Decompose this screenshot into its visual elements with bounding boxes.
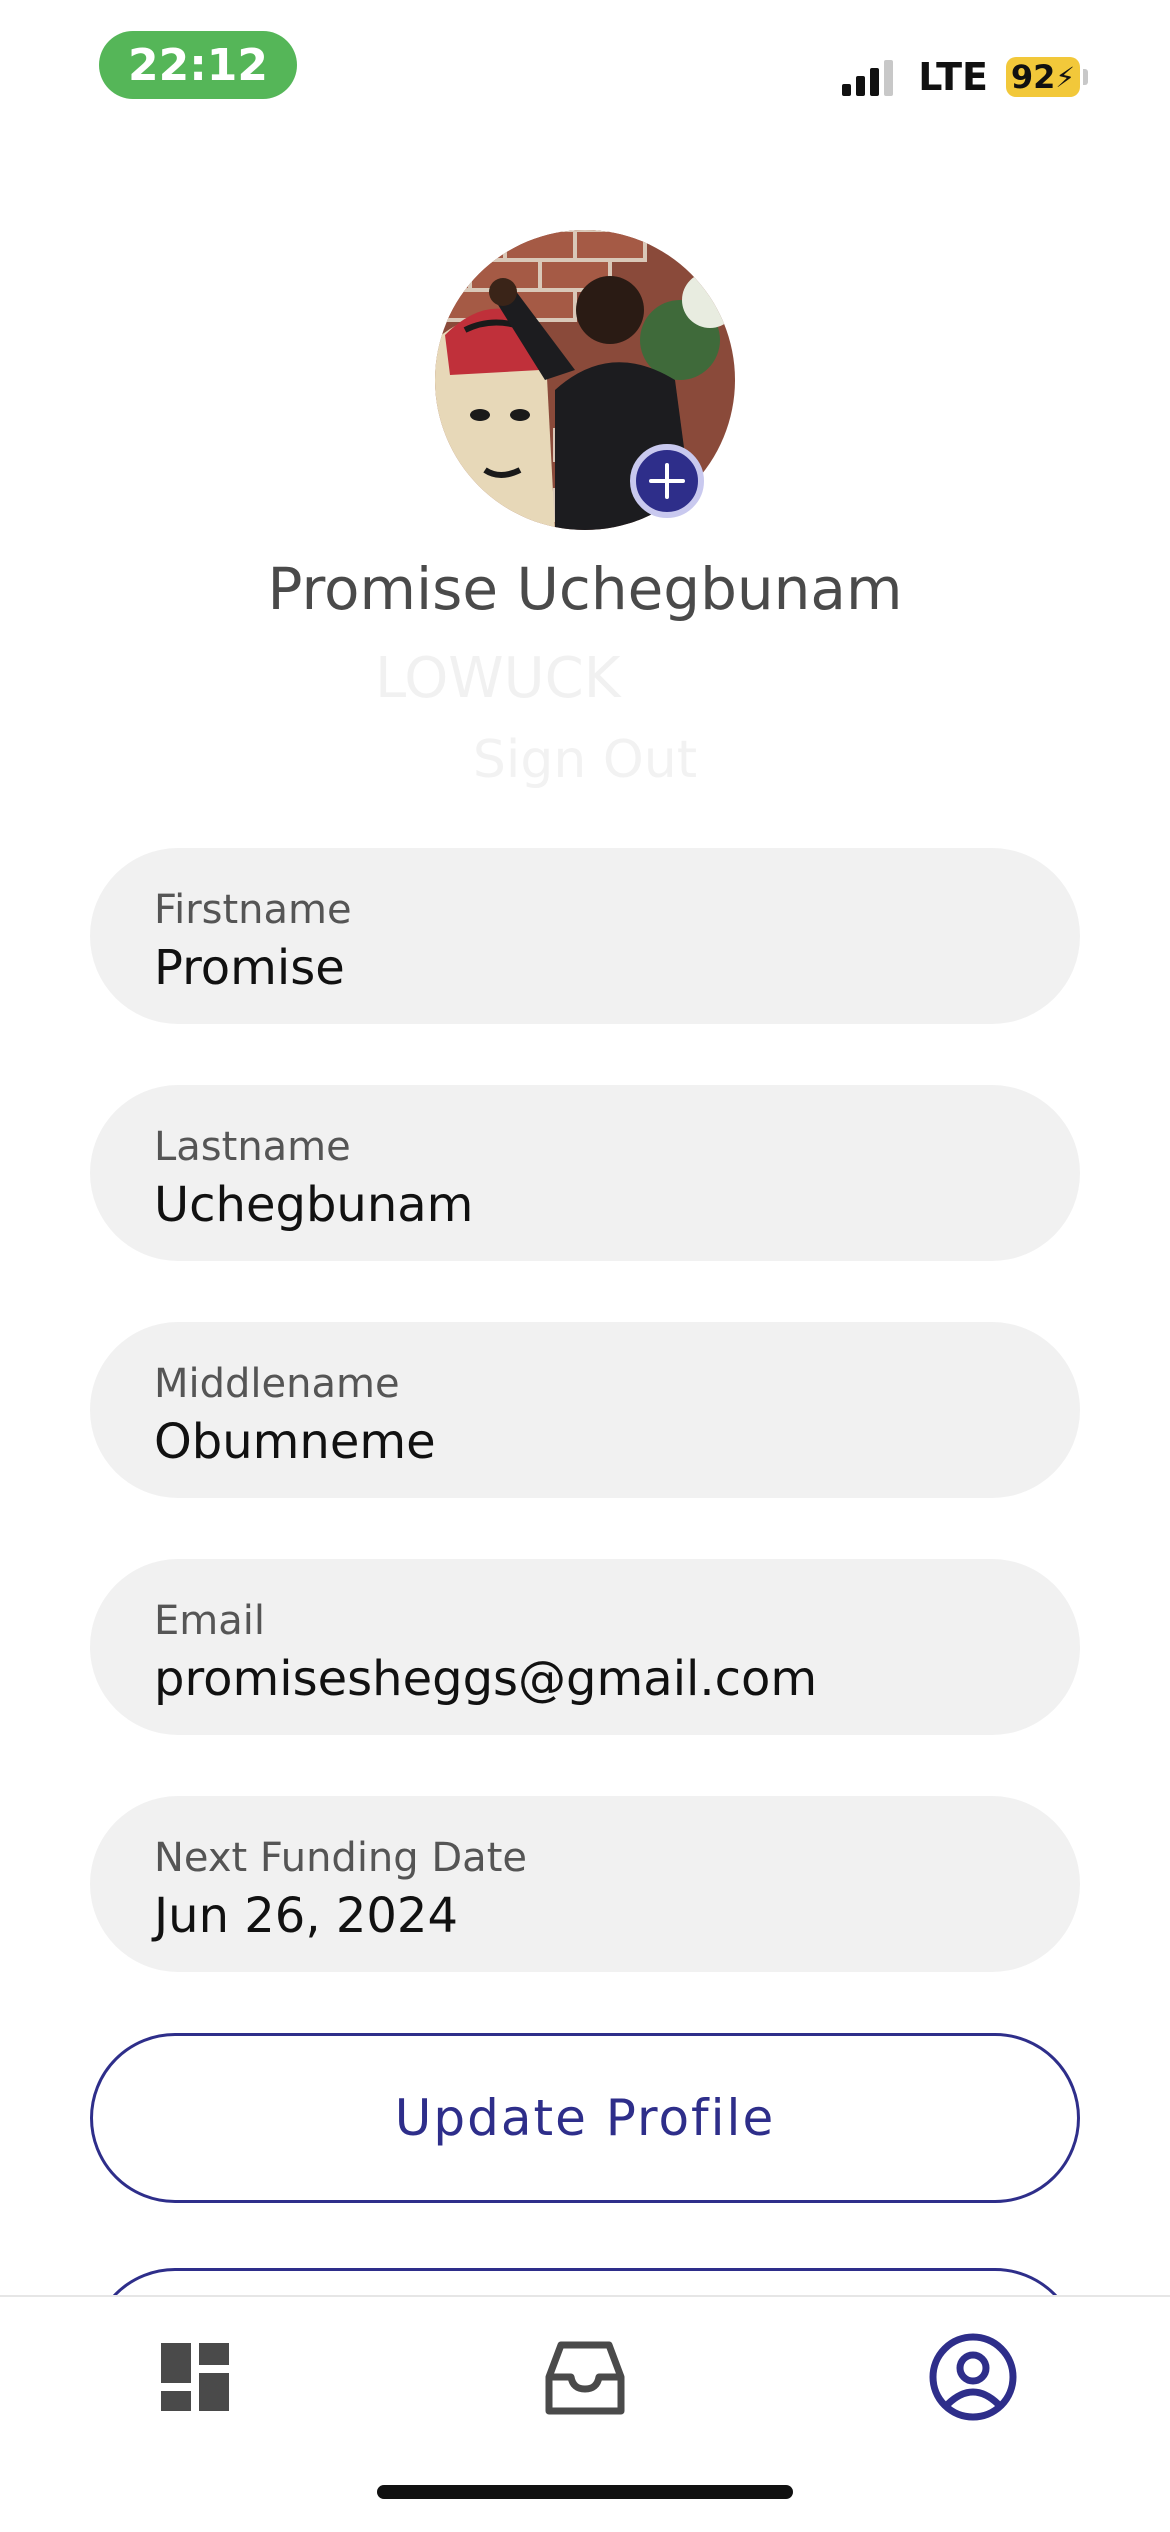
lastname-value: Uchegbunam — [154, 1177, 474, 1233]
email-value: promisesheggs@gmail.com — [154, 1651, 818, 1707]
network-type: LTE — [918, 55, 988, 99]
user-circle-icon — [929, 2333, 1017, 2421]
battery-level: 92 — [1010, 58, 1056, 96]
home-indicator[interactable] — [377, 2485, 793, 2499]
middlename-value: Obumneme — [154, 1414, 436, 1470]
signal-icon — [842, 58, 898, 96]
middlename-label: Middlename — [154, 1361, 400, 1407]
firstname-label: Firstname — [154, 887, 352, 933]
lastname-field[interactable]: Lastname Uchegbunam — [90, 1085, 1080, 1261]
tab-profile[interactable] — [928, 2332, 1018, 2422]
battery-tip — [1083, 69, 1088, 85]
profile-name: Promise Uchegbunam — [267, 555, 903, 623]
sign-out-link[interactable]: Sign Out — [0, 730, 1170, 790]
battery-icon: 92 ⚡ — [1006, 57, 1080, 97]
status-time: 22:12 — [99, 31, 297, 99]
tab-inbox[interactable] — [540, 2332, 630, 2422]
middlename-field[interactable]: Middlename Obumneme — [90, 1322, 1080, 1498]
add-photo-button[interactable] — [630, 444, 704, 518]
profile-screen: 22:12 LTE 92 ⚡ Promise Uchegbunam LOWUCK… — [0, 0, 1170, 2532]
faded-text: LOWUCK — [375, 646, 621, 711]
next-funding-date-label: Next Funding Date — [154, 1835, 527, 1881]
firstname-field[interactable]: Firstname Promise — [90, 848, 1080, 1024]
update-profile-button[interactable]: Update Profile — [90, 2033, 1080, 2203]
status-indicators: LTE 92 ⚡ — [842, 52, 1088, 102]
plus-icon — [649, 463, 685, 499]
dashboard-icon — [161, 2343, 229, 2411]
tab-dashboard[interactable] — [150, 2332, 240, 2422]
email-label: Email — [154, 1598, 265, 1644]
firstname-value: Promise — [154, 940, 345, 996]
email-field[interactable]: Email promisesheggs@gmail.com — [90, 1559, 1080, 1735]
next-funding-date-value: Jun 26, 2024 — [154, 1888, 459, 1944]
inbox-icon — [545, 2341, 625, 2415]
next-funding-date-field[interactable]: Next Funding Date Jun 26, 2024 — [90, 1796, 1080, 1972]
lastname-label: Lastname — [154, 1124, 351, 1170]
